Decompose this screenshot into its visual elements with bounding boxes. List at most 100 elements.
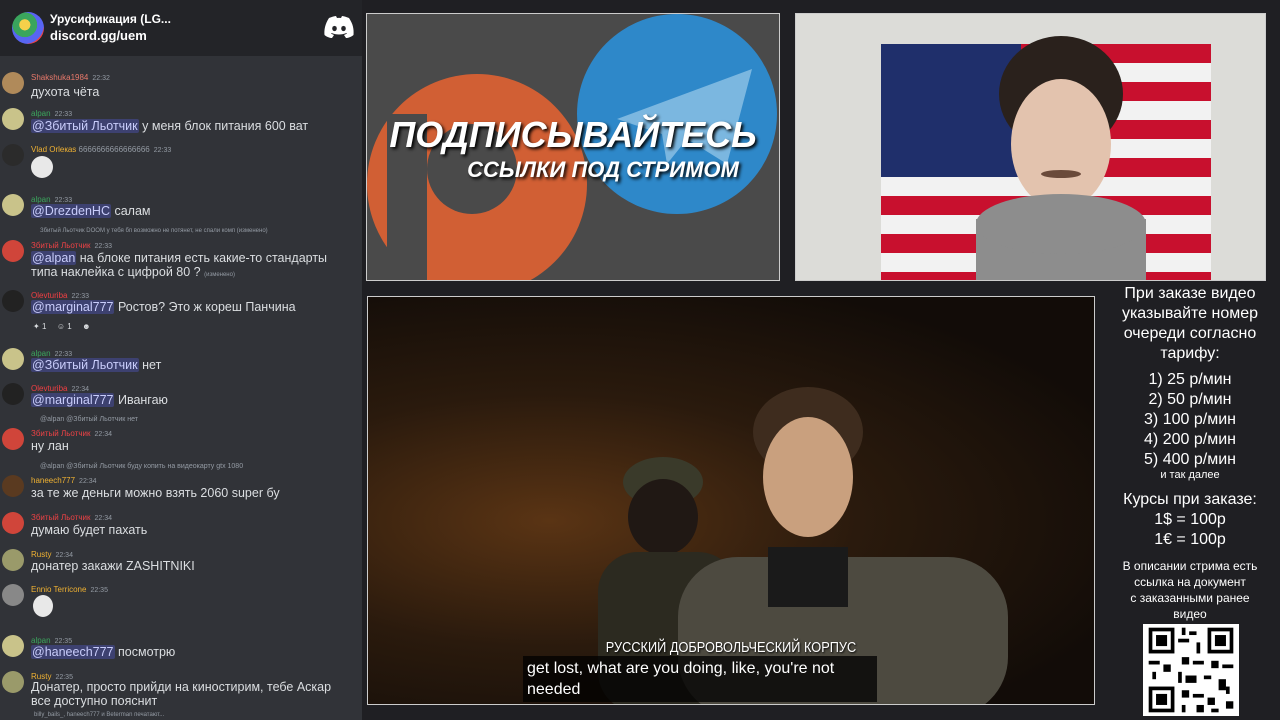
user-avatar[interactable] — [2, 475, 24, 497]
message-time: 22:34 — [94, 515, 113, 522]
rates-title: Курсы при заказе: — [1123, 491, 1257, 508]
user-avatar[interactable] — [2, 512, 24, 534]
subtitle-line-2: needed — [527, 681, 581, 698]
qr-code-image[interactable] — [1143, 624, 1239, 716]
typing-indicator: billy_bails_, haneech777 и Beterman печа… — [34, 712, 165, 718]
server-icon[interactable] — [12, 12, 44, 44]
message-username[interactable]: alpan 22:33 — [31, 195, 72, 204]
message-username[interactable]: Shakshuka1984 22:32 — [31, 73, 110, 82]
order-note: При заказе видео указывайте номер очеред… — [1100, 284, 1280, 364]
streamer-image — [976, 36, 1146, 280]
info-line: с заказанными ранее — [1130, 591, 1250, 605]
video-player[interactable]: РУССКИЙ ДОБРОВОЛЬЧЕСКИЙ КОРПУС get lost,… — [367, 296, 1095, 705]
message-username[interactable]: Ennio Terricone 22:35 — [31, 585, 108, 594]
user-avatar[interactable] — [2, 671, 24, 693]
message-username[interactable]: haneech777 22:34 — [31, 476, 97, 485]
message-text: думаю будет пахать — [31, 523, 148, 537]
message-username[interactable]: Збитый Льотчик 22:34 — [31, 513, 112, 522]
user-avatar[interactable] — [2, 428, 24, 450]
user-avatar[interactable] — [2, 549, 24, 571]
reply-preview[interactable]: Збитый Льотчик DOOM у тебя бп возможно н… — [40, 228, 268, 234]
discord-logo-icon — [324, 16, 354, 38]
info-line: ссылка на документ — [1134, 575, 1246, 589]
tariff-item: 3) 100 р/мин — [1144, 411, 1236, 428]
message-text: @marginal777 Ивангаю — [31, 393, 168, 407]
chat-header: Урусификация (LG... discord.gg/uem — [0, 0, 362, 56]
subscribe-banner: ПОДПИСЫВАЙТЕСЬ ССЫЛКИ ПОД СТРИМОМ — [366, 13, 780, 281]
reply-preview[interactable]: @alpan @Збитый Льотчик нет — [40, 416, 138, 423]
rate-item: 1€ = 100р — [1154, 531, 1226, 548]
user-avatar[interactable] — [2, 194, 24, 216]
message-time: 22:34 — [71, 386, 89, 393]
message-time: 22:35 — [90, 587, 108, 594]
tariff-item: 4) 200 р/мин — [1144, 431, 1236, 448]
tariff-and-more: и так далее — [1160, 469, 1220, 481]
message-time: 22:33 — [153, 147, 172, 154]
user-avatar[interactable] — [2, 72, 24, 94]
message-time: 22:33 — [54, 111, 73, 118]
user-mention[interactable]: @marginal777 — [31, 300, 115, 314]
webcam-feed — [795, 13, 1266, 281]
user-avatar[interactable] — [2, 290, 24, 312]
user-avatar[interactable] — [2, 108, 24, 130]
video-overlay-title: РУССКИЙ ДОБРОВОЛЬЧЕСКИЙ КОРПУС — [605, 639, 857, 656]
message-text: Донатер, просто прийди на киностирим, те… — [31, 680, 332, 694]
server-name: Урусификация (LG... — [50, 12, 171, 26]
info-line: очереди согласно — [1123, 325, 1257, 342]
user-mention[interactable]: @haneech777 — [31, 645, 115, 659]
emoji-icon — [31, 156, 53, 178]
message-text: @Збитый Льотчик нет — [31, 358, 162, 372]
add-reaction-icon[interactable]: ☻ — [82, 322, 90, 331]
message-time: 22:34 — [55, 552, 73, 559]
message-username[interactable]: alpan 22:33 — [31, 349, 72, 358]
message-text: @Збитый Льотчик у меня блок питания 600 … — [31, 119, 309, 133]
promo-subtitle: ССЫЛКИ ПОД СТРИМОМ — [467, 157, 739, 182]
message-time: 22:32 — [92, 75, 110, 82]
user-avatar[interactable] — [2, 144, 24, 166]
subtitle-line-1: get lost, what are you doing, like, you'… — [527, 660, 835, 677]
user-avatar[interactable] — [2, 240, 24, 262]
message-sticker — [33, 595, 53, 617]
message-time: 22:33 — [71, 293, 89, 300]
server-invite-link[interactable]: discord.gg/uem — [50, 28, 147, 43]
reaction[interactable]: ☺ 1 — [57, 322, 72, 331]
user-mention[interactable]: @Збитый Льотчик — [31, 358, 139, 372]
message-username[interactable]: alpan 22:33 — [31, 109, 72, 118]
info-line: При заказе видео — [1124, 285, 1256, 302]
reply-preview[interactable]: @alpan @Збитый Льотчик буду копить на ви… — [40, 463, 243, 470]
rate-item: 1$ = 100р — [1154, 511, 1226, 528]
message-text: духота чёта — [31, 85, 100, 99]
message-username[interactable]: Збитый Льотчик 22:34 — [31, 429, 112, 438]
message-text: @alpan на блоке питания есть какие-то ст… — [31, 251, 328, 265]
message-sticker — [31, 156, 53, 178]
description-note: В описании стрима есть ссылка на докумен… — [1100, 558, 1280, 622]
user-avatar[interactable] — [2, 584, 24, 606]
order-info-panel: При заказе видео указывайте номер очеред… — [1100, 284, 1280, 622]
message-text-line2: все доступно пояснит — [31, 694, 158, 708]
user-avatar[interactable] — [2, 383, 24, 405]
message-username[interactable]: Olevturiba 22:33 — [31, 291, 89, 300]
user-avatar[interactable] — [2, 635, 24, 657]
message-text: за те же деньги можно взять 2060 super б… — [31, 486, 280, 500]
message-username[interactable]: Rusty 22:34 — [31, 550, 73, 559]
message-time: 22:34 — [79, 478, 97, 485]
discord-chat-panel: Урусификация (LG... discord.gg/uem Shaks… — [0, 0, 362, 720]
message-text: донатер закажи ZASHITNIKI — [31, 559, 195, 573]
tariff-item: 2) 50 р/мин — [1148, 391, 1232, 408]
message-username[interactable]: Збитый Льотчик 22:33 — [31, 241, 112, 250]
message-username[interactable]: alpan 22:35 — [31, 636, 72, 645]
message-username[interactable]: Olevturiba 22:34 — [31, 384, 89, 393]
reaction-bar: ✦ 1 ☺ 1 ☻ — [33, 316, 97, 334]
user-mention[interactable]: @marginal777 — [31, 393, 115, 407]
message-username[interactable]: Vlad Orleкas 6666666666666666 22:33 — [31, 145, 171, 154]
user-mention[interactable]: @DrezdenHC — [31, 204, 111, 218]
user-avatar[interactable] — [2, 348, 24, 370]
promo-title: ПОДПИСЫВАЙТЕСЬ — [389, 114, 757, 155]
user-mention[interactable]: @alpan — [31, 251, 77, 265]
info-line: указывайте номер — [1121, 305, 1259, 322]
user-mention[interactable]: @Збитый Льотчик — [31, 119, 139, 133]
reaction[interactable]: ✦ 1 — [33, 322, 46, 331]
emoji-icon — [33, 595, 53, 617]
message-time: 22:34 — [94, 431, 113, 438]
message-text: @marginal777 Ростов? Это ж кореш Панчина — [31, 300, 296, 314]
